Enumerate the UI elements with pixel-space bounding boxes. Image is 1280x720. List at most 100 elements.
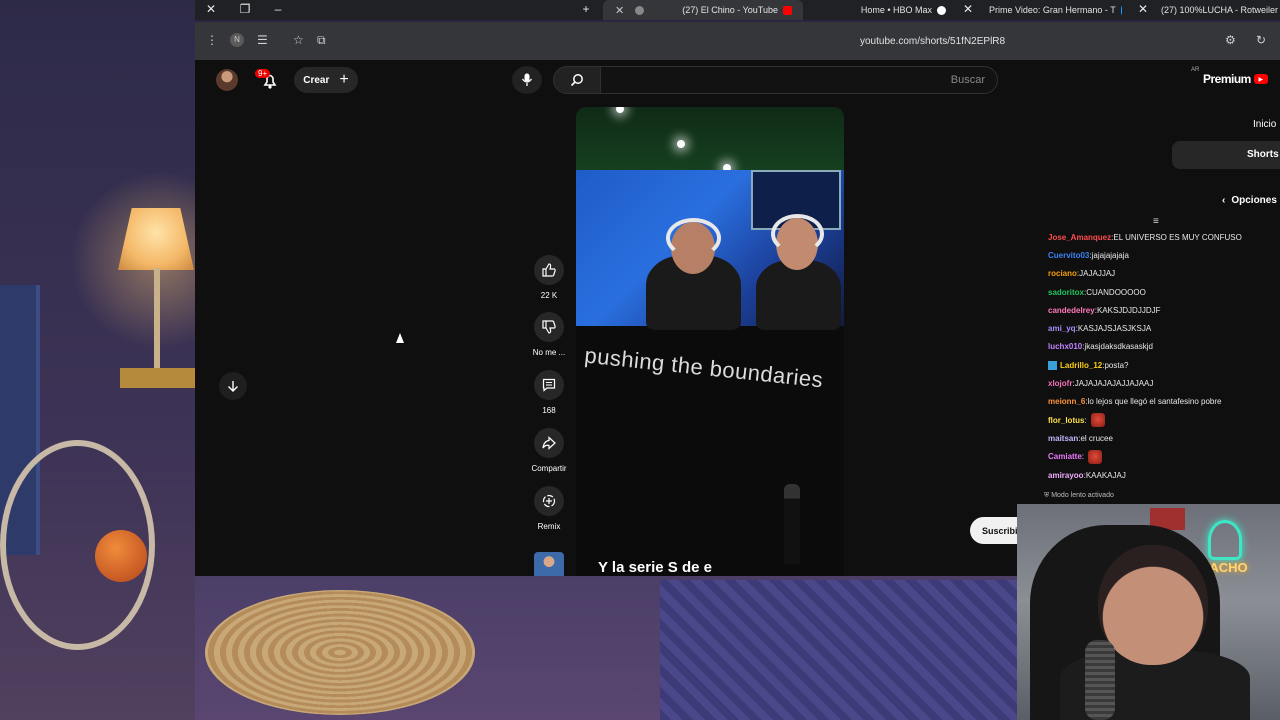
chat-text: jkasjdaksdkasaskjd — [1084, 342, 1153, 352]
share-action[interactable]: Compartir — [519, 428, 579, 473]
menu-dots-icon[interactable]: ⋮ — [206, 33, 218, 47]
chat-username[interactable]: ami_yq — [1048, 324, 1076, 333]
tab-label: Prime Video: Gran Hermano - T — [989, 5, 1116, 15]
sidebar-item-shorts-label: Shorts — [1247, 149, 1279, 160]
close-icon[interactable]: ✕ — [1135, 2, 1151, 16]
chat-message: flor_lotus: — [1040, 411, 1280, 429]
dislike-button[interactable] — [534, 312, 564, 342]
chat-username[interactable]: flor_lotus — [1048, 416, 1084, 425]
prime-favicon-icon — [1120, 5, 1122, 15]
chat-text: JAJAJJAJ — [1079, 269, 1116, 279]
thumbs-down-icon — [542, 320, 556, 334]
video-presenter — [784, 484, 800, 564]
chat-username[interactable]: amirayoo — [1048, 471, 1084, 480]
maximize-window-icon[interactable]: ❐ — [237, 2, 253, 16]
youtube-premium-logo[interactable]: Premium ▶ — [1203, 72, 1268, 86]
headset — [666, 218, 721, 258]
search-button[interactable] — [553, 66, 601, 94]
chat-username[interactable]: xlojofr — [1048, 379, 1072, 388]
chat-message: Jose_Amanquez: EL UNIVERSO ES MUY CONFUS… — [1040, 228, 1280, 246]
comment-icon — [542, 378, 556, 392]
chat-message: maitsan: el crucee — [1040, 429, 1280, 447]
site-settings-icon[interactable]: ⚙ — [1225, 33, 1236, 47]
studio-microphone — [1085, 640, 1115, 720]
channel-avatar[interactable] — [534, 552, 564, 576]
chat-username[interactable]: Ladrillo_12 — [1060, 361, 1102, 370]
minimize-window-icon[interactable]: – — [270, 2, 286, 16]
emote-icon — [1088, 449, 1103, 464]
close-window-icon[interactable]: ✕ — [203, 2, 219, 16]
tab-hbo[interactable]: Home • HBO Max — [847, 0, 957, 20]
comment-count: 168 — [542, 406, 556, 415]
video-stage-lights — [576, 107, 844, 172]
chat-text: jajajajajaja — [1091, 250, 1129, 260]
chat-text: posta? — [1104, 360, 1129, 370]
bookmark-star-icon[interactable]: ☆ — [293, 33, 304, 47]
create-label: Crear — [303, 74, 330, 86]
chat-username[interactable]: candedelrey — [1048, 306, 1095, 315]
chat-username[interactable]: rociano — [1048, 269, 1077, 278]
streamer-face — [1098, 545, 1208, 665]
video-subtitle: Y la serie S de e — [598, 559, 712, 576]
chat-username[interactable]: maitsan — [1048, 434, 1078, 443]
comments-button[interactable] — [534, 370, 564, 400]
new-tab-icon[interactable]: + — [578, 2, 594, 16]
sidebar-item-home[interactable]: Inicio — [1253, 119, 1276, 130]
extensions-icon[interactable]: ☰ — [257, 33, 268, 47]
dislike-action[interactable]: No me ... — [519, 312, 579, 357]
stream-chat: Jose_Amanquez: EL UNIVERSO ES MUY CONFUS… — [1040, 228, 1280, 505]
avatar[interactable] — [216, 69, 238, 91]
short-video-player[interactable]: pushing the boundaries — [576, 107, 844, 576]
install-app-icon[interactable]: ⧉ — [317, 33, 326, 48]
tab-youtube[interactable]: ✕ (27) El Chino - YouTube — [603, 0, 803, 20]
tab-lucha[interactable]: (27) 100%LUCHA - Rotweiler — [1155, 0, 1280, 20]
chat-message: Ladrillo_12: posta? — [1040, 356, 1280, 374]
create-button[interactable]: Crear + — [294, 67, 358, 93]
subscribe-button[interactable]: Suscribirme — [970, 517, 1020, 544]
emote-icon — [1090, 413, 1105, 428]
chat-username[interactable]: Cuervito03 — [1048, 251, 1089, 260]
chat-message: meionn_6: lo lejos que llegó el santafes… — [1040, 393, 1280, 411]
chat-username[interactable]: luchx010 — [1048, 342, 1082, 351]
youtube-favicon-icon — [783, 5, 792, 15]
profile-icon[interactable]: N — [230, 33, 244, 47]
stage-light — [677, 140, 685, 148]
search-placeholder: Buscar — [950, 74, 985, 86]
hbo-favicon-icon — [937, 5, 946, 15]
plus-icon: + — [339, 71, 349, 88]
microphone-icon — [521, 73, 533, 86]
subscribe-label: Suscribirme — [982, 525, 1020, 536]
next-short-button[interactable] — [219, 372, 247, 400]
share-button[interactable] — [534, 428, 564, 458]
comments-action[interactable]: 168 — [519, 370, 579, 415]
like-button[interactable] — [534, 255, 564, 285]
share-icon — [542, 436, 556, 450]
chat-text: KASJAJSJASJKSJA — [1077, 324, 1152, 334]
like-count: 22 K — [540, 291, 558, 300]
chat-filter-icon[interactable]: ≡ — [1153, 216, 1159, 227]
chat-username[interactable]: Camiatte — [1048, 452, 1082, 461]
chat-username[interactable]: Jose_Amanquez — [1048, 233, 1111, 242]
chat-message: amirayoo: KAAKAJAJ — [1040, 466, 1280, 484]
chat-username[interactable]: meionn_6 — [1048, 397, 1085, 406]
chat-separator: : — [1081, 452, 1085, 462]
voice-search-button[interactable] — [512, 66, 542, 94]
reload-icon[interactable]: ↻ — [1256, 33, 1266, 47]
url-field[interactable]: youtube.com/shorts/51fN2EPlR8 — [860, 36, 1005, 47]
close-icon[interactable]: ✕ — [615, 4, 624, 17]
arrow-down-icon — [228, 381, 238, 392]
share-label: Compartir — [531, 464, 567, 473]
search-input[interactable]: Buscar — [600, 66, 998, 94]
chat-username[interactable]: sadoritox — [1048, 288, 1084, 297]
close-icon[interactable]: ✕ — [960, 2, 976, 16]
like-action[interactable]: 22 K — [519, 255, 579, 300]
remix-button[interactable] — [534, 486, 564, 516]
sidebar-options[interactable]: ‹ Opciones — [1222, 195, 1277, 206]
chat-text: lo lejos que llegó el santafesino pobre — [1087, 397, 1222, 407]
chat-message: Cuervito03: jajajajajaja — [1040, 246, 1280, 264]
remix-action[interactable]: Remix — [519, 486, 579, 531]
mouse-cursor-icon — [396, 333, 404, 343]
carpet — [660, 580, 1020, 720]
rug — [205, 590, 475, 715]
tab-prime[interactable]: Prime Video: Gran Hermano - T — [983, 0, 1133, 20]
